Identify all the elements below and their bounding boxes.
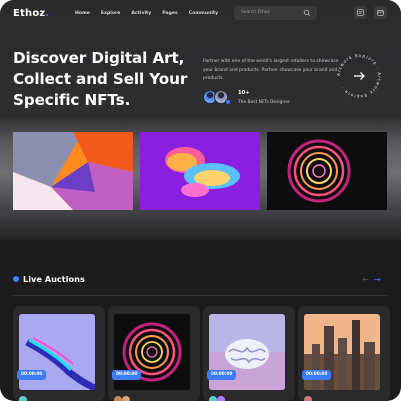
designer-label: The Best NFTs Designer bbox=[238, 100, 290, 105]
arrow-left-icon[interactable]: ← bbox=[362, 275, 369, 284]
explore-circle-button[interactable]: Artwork Explore · Artwork Explore · bbox=[335, 52, 383, 100]
wallet-icon bbox=[357, 9, 364, 16]
auction-card[interactable]: 00:00:00 bbox=[13, 306, 105, 401]
nav-explore[interactable]: Explore bbox=[101, 11, 121, 16]
auction-card[interactable]: 00:00:00 bbox=[108, 306, 200, 401]
hero-title-line-1: Discover Digital Art, bbox=[13, 49, 185, 67]
auction-timer: 00:00:00 bbox=[207, 370, 237, 380]
logo-text: Ethoz. bbox=[13, 8, 49, 19]
hero-title-line-3: Specific NFTs. bbox=[13, 91, 131, 109]
logo-dot: . bbox=[45, 8, 50, 19]
avatar[interactable] bbox=[304, 396, 312, 401]
auction-card[interactable]: 00:00:00 bbox=[298, 306, 390, 401]
arrow-right-icon[interactable]: → bbox=[374, 275, 381, 284]
wallet-button[interactable] bbox=[354, 6, 367, 19]
search-icon[interactable] bbox=[303, 9, 311, 17]
avatar[interactable] bbox=[217, 396, 225, 401]
arrow-right-icon bbox=[354, 72, 365, 80]
nav-pages[interactable]: Pages bbox=[162, 11, 177, 16]
hero-artwork-1[interactable] bbox=[13, 132, 133, 210]
live-indicator-icon bbox=[13, 276, 19, 282]
auction-timer: 00:00:00 bbox=[302, 370, 332, 380]
designer-count: 10+ bbox=[238, 90, 250, 96]
hero-title-line-2: Collect and Sell Your bbox=[13, 70, 188, 88]
nav-home[interactable]: Home bbox=[75, 11, 90, 16]
search-input[interactable]: Search Ethoz bbox=[234, 6, 317, 20]
nav-activity[interactable]: Activity bbox=[131, 11, 151, 16]
calendar-button[interactable] bbox=[374, 6, 387, 19]
avatar[interactable] bbox=[122, 396, 130, 401]
designer-avatars bbox=[203, 90, 233, 106]
calendar-icon bbox=[377, 10, 384, 16]
verified-badge-icon bbox=[225, 99, 231, 105]
live-auctions-title: Live Auctions bbox=[23, 274, 85, 284]
hero-artwork-2[interactable] bbox=[140, 132, 260, 210]
avatar[interactable] bbox=[209, 396, 217, 401]
auction-timer: 00:00:00 bbox=[112, 370, 142, 380]
hero-title: Discover Digital Art, Collect and Sell Y… bbox=[13, 48, 203, 111]
app-frame: Ethoz. Home Explore Activity Pages Commu… bbox=[0, 0, 401, 401]
avatar[interactable] bbox=[19, 396, 27, 401]
logo-wordmark: Ethoz bbox=[13, 8, 46, 19]
main-nav: Home Explore Activity Pages Community bbox=[75, 11, 229, 16]
divider bbox=[13, 295, 388, 296]
logo[interactable]: Ethoz. bbox=[13, 8, 49, 19]
nav-community[interactable]: Community bbox=[189, 11, 218, 16]
avatar[interactable] bbox=[114, 396, 122, 401]
hero-description: Partner with one of the world's largest … bbox=[203, 59, 339, 82]
search-placeholder: Search Ethoz bbox=[241, 10, 270, 15]
hero-artwork-3[interactable] bbox=[267, 132, 387, 210]
auction-timer: 00:00:00 bbox=[17, 370, 47, 380]
auction-card[interactable]: 00:00:00 bbox=[203, 306, 295, 401]
